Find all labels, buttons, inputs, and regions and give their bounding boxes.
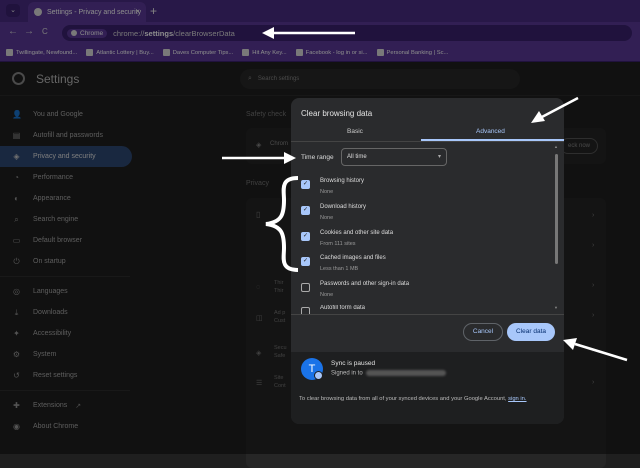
annotation-arrowhead-timerange bbox=[284, 152, 296, 164]
annotation-overlay bbox=[222, 27, 628, 362]
annotation-arrowhead-url bbox=[262, 27, 274, 39]
annotation-arrow-advanced bbox=[539, 96, 579, 120]
annotation-arrow-clear bbox=[574, 342, 628, 362]
annotation-arrowhead-clear bbox=[563, 338, 577, 350]
annotation-brace bbox=[265, 176, 299, 272]
